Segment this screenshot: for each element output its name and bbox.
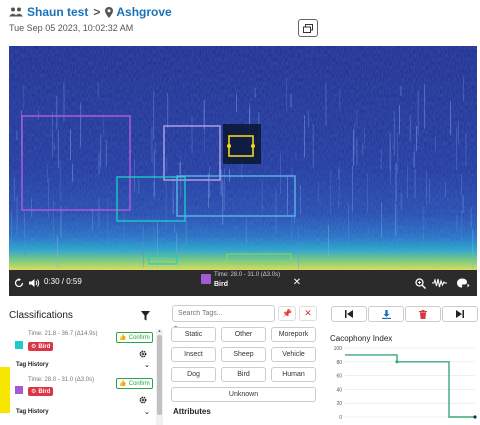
tag-button-other[interactable]: Other xyxy=(221,327,266,342)
confirm-button[interactable]: 👍 Confirm xyxy=(116,378,153,389)
playback-time: 0:30 / 0:59 xyxy=(44,277,82,286)
replay-icon xyxy=(14,278,24,288)
y-tick-label: 100 xyxy=(334,346,343,352)
search-tags-input[interactable] xyxy=(172,305,275,322)
tag-button-bird[interactable]: Bird xyxy=(221,367,266,382)
trash-icon xyxy=(419,309,427,319)
volume-icon xyxy=(28,279,39,287)
chevron-down-icon[interactable]: ⌄ xyxy=(144,361,150,369)
tag-history-1[interactable]: Tag History xyxy=(16,362,49,368)
skip-previous-icon xyxy=(345,310,353,318)
layers-icon xyxy=(303,23,313,33)
tag-label: Bird xyxy=(38,388,51,395)
data-point[interactable] xyxy=(473,415,477,419)
location-pin-icon xyxy=(105,6,114,18)
audio-player: 0:30 / 0:59 Time: 28.0 - 31.0 (Δ3.0s) Bi… xyxy=(9,270,477,296)
pin-button[interactable]: 📌 xyxy=(278,306,296,321)
gear-icon[interactable] xyxy=(139,396,147,404)
zoom-in-icon xyxy=(414,277,426,289)
tag-button-human[interactable]: Human xyxy=(271,367,316,382)
y-tick-label: 0 xyxy=(339,415,342,421)
spectrogram-canvas[interactable] xyxy=(9,46,477,270)
y-tick-label: 20 xyxy=(336,401,342,407)
tag-button-static[interactable]: Static xyxy=(171,327,216,342)
gear-icon[interactable] xyxy=(139,350,147,358)
tag-label-badge[interactable]: ⚙ Bird xyxy=(28,387,54,396)
highlight-tab xyxy=(0,367,10,413)
close-selected-tag-button[interactable]: ✕ xyxy=(291,276,303,288)
next-recording-button[interactable] xyxy=(442,306,478,322)
y-tick-label: 40 xyxy=(336,387,342,393)
tag-time: Time: 28.0 - 31.0 (Δ3.0s) xyxy=(28,377,95,383)
confirm-button[interactable]: 👍 Confirm xyxy=(116,332,153,343)
scrollbar-thumb[interactable] xyxy=(157,335,162,415)
view-mode-button[interactable] xyxy=(298,19,318,37)
y-tick-label: 80 xyxy=(336,360,342,366)
cacophony-series-line xyxy=(345,354,475,418)
replay-button[interactable] xyxy=(12,276,26,290)
tag-button-insect[interactable]: Insect xyxy=(171,347,216,362)
waveform-icon xyxy=(431,278,447,288)
tag-color-swatch xyxy=(15,341,23,349)
classifications-scrollbar[interactable]: ▲ xyxy=(156,329,163,425)
group-link[interactable]: Shaun test xyxy=(27,5,88,19)
station-link[interactable]: Ashgrove xyxy=(116,5,171,19)
tags-panel: 📌 ✕ 📌 StaticOtherMoreporkInsectSheepVehi… xyxy=(169,305,319,425)
volume-button[interactable] xyxy=(27,276,41,290)
data-point[interactable] xyxy=(395,360,399,364)
right-panel: Cacophony Index 0 20 40 60 80 100 xyxy=(329,305,480,425)
tag-button-unknown[interactable]: Unknown xyxy=(171,387,316,402)
selected-tag-label: Bird xyxy=(214,281,228,288)
resize-handle-right[interactable] xyxy=(251,144,255,148)
tag-label-badge[interactable]: ⚙ Bird xyxy=(28,342,54,351)
tag-time: Time: 21.8 - 36.7 (Δ14.9s) xyxy=(28,331,98,337)
thumbs-up-icon: 👍 xyxy=(119,335,127,341)
resize-handle-left[interactable] xyxy=(227,144,231,148)
breadcrumb-separator: > xyxy=(93,5,101,19)
chevron-down-icon[interactable]: ⌄ xyxy=(144,408,150,416)
tag-button-dog[interactable]: Dog xyxy=(171,367,216,382)
cacophony-index-chart: 0 20 40 60 80 100 xyxy=(334,346,477,421)
color-palette-button[interactable] xyxy=(455,276,471,290)
download-icon xyxy=(381,309,391,319)
attributes-heading: Attributes xyxy=(173,407,211,416)
download-button[interactable] xyxy=(368,306,404,322)
header: Shaun test > Ashgrove Tue Sep 05 2023, 1… xyxy=(0,0,480,45)
zoom-button[interactable] xyxy=(413,276,427,290)
clear-search-button[interactable]: ✕ xyxy=(299,306,317,321)
classifications-title: Classifications xyxy=(9,310,73,321)
classifications-panel: Classifications Time: 21.8 - 36.7 (Δ14.9… xyxy=(6,305,164,425)
filter-icon[interactable] xyxy=(141,311,150,321)
tag-history-2[interactable]: Tag History xyxy=(16,409,49,415)
delete-button[interactable] xyxy=(405,306,441,322)
tag-button-sheep[interactable]: Sheep xyxy=(221,347,266,362)
recording-datetime: Tue Sep 05 2023, 10:02:32 AM xyxy=(9,23,134,33)
robot-icon: ⚙ xyxy=(31,389,37,395)
users-icon xyxy=(9,7,23,17)
scroll-up-icon[interactable]: ▲ xyxy=(157,329,162,333)
close-icon: ✕ xyxy=(304,308,312,318)
skip-next-icon xyxy=(456,310,464,318)
waveform-button[interactable] xyxy=(431,276,447,290)
spectrogram[interactable] xyxy=(9,46,477,270)
cacophony-index-title: Cacophony Index xyxy=(330,334,393,343)
confirm-label: Confirm xyxy=(128,380,150,387)
tag-button-vehicle[interactable]: Vehicle xyxy=(271,347,316,362)
tag-button-morepork[interactable]: Morepork xyxy=(271,327,316,342)
selected-tag-time: Time: 28.0 - 31.0 (Δ3.0s) xyxy=(214,272,281,278)
pin-icon: 📌 xyxy=(282,309,292,318)
tag-label: Bird xyxy=(38,343,51,350)
confirm-label: Confirm xyxy=(128,334,150,341)
robot-icon: ⚙ xyxy=(31,344,37,350)
breadcrumb: Shaun test > Ashgrove xyxy=(9,4,172,20)
thumbs-up-icon: 👍 xyxy=(119,381,127,387)
palette-icon xyxy=(456,278,469,288)
previous-recording-button[interactable] xyxy=(331,306,367,322)
tag-color-swatch xyxy=(15,386,23,394)
selected-tag-color xyxy=(201,274,211,284)
y-tick-label: 60 xyxy=(336,374,342,380)
